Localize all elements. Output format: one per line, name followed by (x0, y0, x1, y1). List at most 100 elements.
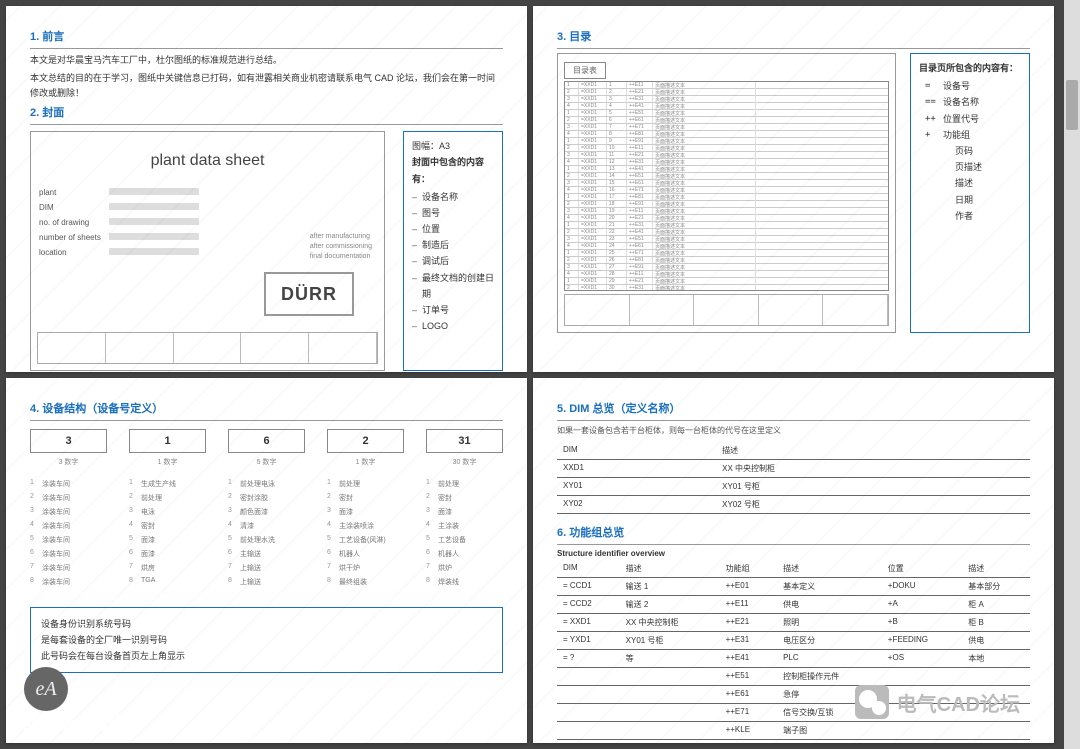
tree-item: 设备名称 (919, 94, 1021, 110)
list-item: 7上输送 (228, 563, 305, 573)
drawing-field-label: no. of drawing (39, 218, 109, 227)
list-item: 5工艺设备(风淋) (327, 535, 404, 545)
page-2: 3. 目录 目录表 1=XXD11++E11页面描述文本2=XXD12++E21… (533, 6, 1054, 372)
structure-digit-box: 2 (327, 429, 404, 453)
structure-identifier-heading: Structure identifier overview (557, 549, 1030, 558)
scrollbar-thumb[interactable] (1066, 80, 1078, 130)
list-item: 8TGA (129, 577, 206, 587)
list-item: 8上输送 (228, 577, 305, 587)
structure-digit-label: 3 数字 (30, 457, 107, 467)
table-row: = CCD2输送 2++E11供电+A柜 A (557, 595, 1030, 613)
list-item: 4主涂装喷涂 (327, 521, 404, 531)
tree-sub-item: 日期 (919, 192, 1021, 208)
toc-drawing: 目录表 1=XXD11++E11页面描述文本2=XXD12++E21页面描述文本… (557, 53, 896, 333)
structure-digit-box: 1 (129, 429, 206, 453)
list-item: 3涂装车间 (30, 507, 107, 517)
table-row: XY02XY02 号柜 (557, 495, 1030, 513)
callout-head: 封面中包含的内容有： (412, 154, 494, 186)
table-header: 位置 (882, 560, 962, 578)
tree-sub-item: 作者 (919, 208, 1021, 224)
para-1: 本文是对华晨宝马汽车工厂中，杜尔图纸的标准规范进行总结。 (30, 53, 503, 67)
list-item: 8焊装线 (426, 577, 503, 587)
structure-digit-box: 6 (228, 429, 305, 453)
callout-frame: 图幅：A3 (412, 138, 494, 154)
table-header: 描述 (620, 560, 720, 578)
toc-table-title: 目录表 (564, 62, 606, 79)
title-block (37, 332, 378, 364)
table-row: = YXD1XY01 号柜++E31电压区分+FEEDING供电 (557, 631, 1030, 649)
para-2: 本文总结的目的在于学习，图纸中关键信息已打码，如有泄露相关商业机密请联系电气 C… (30, 71, 503, 100)
drawing-field-label: plant (39, 188, 109, 197)
toc-callout: 目录页所包含的内容有： 设备号设备名称位置代号功能组 页码页描述描述日期作者 (910, 53, 1030, 333)
table-header: 描述 (962, 560, 1030, 578)
ea-badge-icon: eA (24, 667, 68, 711)
callout-item: 最终文档的创建日期 (412, 270, 494, 302)
watermark-bottom-left: 电气CAD论坛 (14, 709, 125, 735)
list-item: 1涂装车间 (30, 479, 107, 489)
list-item: 7烘房 (129, 563, 206, 573)
callout-item: 图号 (412, 205, 494, 221)
list-item: 4清漆 (228, 521, 305, 531)
list-item: 3面漆 (327, 507, 404, 517)
list-item: 8涂装车间 (30, 577, 107, 587)
cover-callout: 图幅：A3 封面中包含的内容有： 设备名称图号位置制造后调试后最终文档的创建日期… (403, 131, 503, 371)
list-item: 5前处理水洗 (228, 535, 305, 545)
section-5-title: 5. DIM 总览（定义名称） (557, 400, 1030, 416)
list-item: 3电泳 (129, 507, 206, 517)
dim-table: DIM描述 XXD1XX 中央控制柜XY01XY01 号柜XY02XY02 号柜 (557, 442, 1030, 514)
drawing-field-label: number of sheets (39, 233, 109, 242)
section-3-title: 3. 目录 (557, 28, 1030, 44)
list-item: 2密封 (327, 493, 404, 503)
vertical-scrollbar[interactable] (1064, 0, 1080, 749)
list-item: 1前处理 (426, 479, 503, 489)
structure-digit-box: 3 (30, 429, 107, 453)
section-2-title: 2. 封面 (30, 104, 503, 120)
title-block (564, 294, 889, 326)
callout-item: 设备名称 (412, 189, 494, 205)
list-item: 6机器人 (327, 549, 404, 559)
callout-item: 制造后 (412, 237, 494, 253)
structure-digit-label: 30 数字 (426, 457, 503, 467)
table-header: 描述 (777, 560, 882, 578)
list-item: 2密封涂胶 (228, 493, 305, 503)
list-item: 5工艺设备 (426, 535, 503, 545)
list-item: 1前处理电泳 (228, 479, 305, 489)
list-item: 7烘炉 (426, 563, 503, 573)
tree-item: 位置代号 (919, 111, 1021, 127)
note-line-2: 是每套设备的全厂唯一识别号码 (41, 632, 492, 648)
table-row: = CCD1输送 1++E01基本定义+DOKU基本部分 (557, 577, 1030, 595)
list-item: 3面漆 (426, 507, 503, 517)
structure-digit-label: 5 数字 (228, 457, 305, 467)
drawing-title: plant data sheet (39, 152, 376, 170)
document-grid: 1. 前言 本文是对华晨宝马汽车工厂中，杜尔图纸的标准规范进行总结。 本文总结的… (0, 0, 1060, 749)
list-item: 7烘干炉 (327, 563, 404, 573)
list-item: 4主涂装 (426, 521, 503, 531)
page-1: 1. 前言 本文是对华晨宝马汽车工厂中，杜尔图纸的标准规范进行总结。 本文总结的… (6, 6, 527, 372)
list-item: 5面漆 (129, 535, 206, 545)
list-item: 6主输送 (228, 549, 305, 559)
list-item: 4密封 (129, 521, 206, 531)
callout-item: 调试后 (412, 253, 494, 269)
structure-digit-label: 1 数字 (129, 457, 206, 467)
watermark-br-text: 电气CAD论坛 (897, 688, 1020, 717)
list-item: 2前处理 (129, 493, 206, 503)
callout-item: LOGO (412, 318, 494, 334)
table-header: DIM (557, 560, 620, 578)
list-item: 4涂装车间 (30, 521, 107, 531)
drawing-field-label: location (39, 248, 109, 257)
section-1-title: 1. 前言 (30, 28, 503, 44)
table-row: XXD1XX 中央控制柜 (557, 459, 1030, 477)
section-4-title: 4. 设备结构（设备号定义） (30, 400, 503, 416)
structure-digit-box: 31 (426, 429, 503, 453)
watermark-bottom-right: 电气CAD论坛 (855, 685, 1020, 719)
tree-sub-item: 页码 (919, 143, 1021, 159)
section-6-title: 6. 功能组总览 (557, 524, 1030, 540)
table-header: DIM (557, 442, 716, 460)
list-item: 1生成生产线 (129, 479, 206, 489)
list-item: 5涂装车间 (30, 535, 107, 545)
list-item: 1前处理 (327, 479, 404, 489)
tree-sub-item: 页描述 (919, 159, 1021, 175)
table-row: = XXD1XX 中央控制柜++E21照明+B柜 B (557, 613, 1030, 631)
list-item: 6面漆 (129, 549, 206, 559)
list-item: 7涂装车间 (30, 563, 107, 573)
